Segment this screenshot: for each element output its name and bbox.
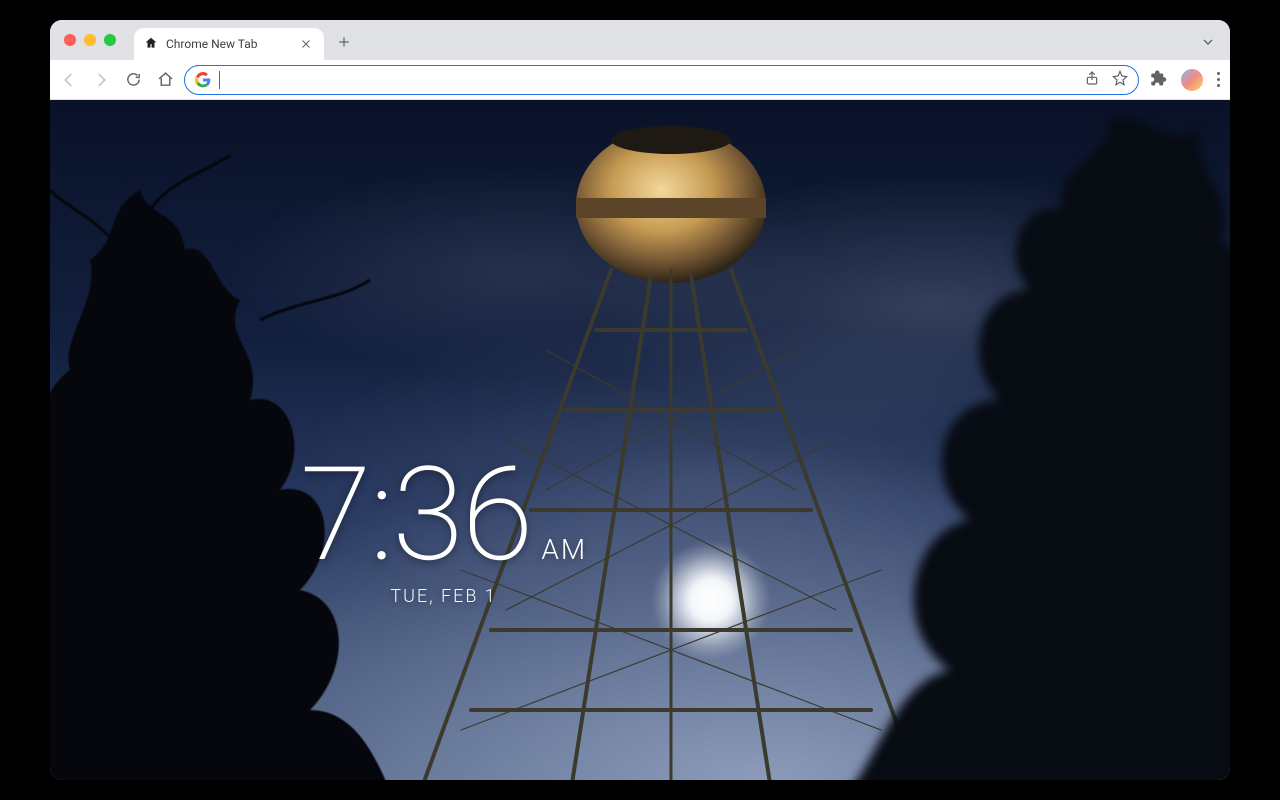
toolbar-right (1149, 69, 1220, 91)
tabs-dropdown-button[interactable] (1200, 34, 1216, 54)
share-icon[interactable] (1084, 70, 1100, 90)
reload-button[interactable] (124, 71, 142, 89)
home-icon (144, 36, 158, 53)
google-icon (195, 72, 211, 88)
tab-title: Chrome New Tab (166, 37, 290, 51)
tabs: Chrome New Tab (134, 20, 364, 60)
chrome-menu-button[interactable] (1217, 72, 1220, 87)
omnibox-actions (1084, 70, 1128, 90)
tab-close-button[interactable] (298, 36, 314, 52)
clock-time: 7:36 (300, 450, 531, 580)
window-minimize-button[interactable] (84, 34, 96, 46)
clock-ampm: AM (541, 533, 587, 566)
tree-right (850, 100, 1230, 780)
profile-avatar[interactable] (1181, 69, 1203, 91)
window-controls (64, 34, 116, 46)
tab-active[interactable]: Chrome New Tab (134, 28, 324, 60)
nav-buttons (60, 71, 174, 89)
window-fullscreen-button[interactable] (104, 34, 116, 46)
window-close-button[interactable] (64, 34, 76, 46)
clock-widget: 7:36 AM TUE, FEB 1 (300, 450, 587, 607)
tab-strip: Chrome New Tab (50, 20, 1230, 60)
clock-date: TUE, FEB 1 (300, 586, 587, 607)
omnibox[interactable] (184, 65, 1139, 95)
forward-button[interactable] (92, 71, 110, 89)
new-tab-button[interactable] (330, 28, 358, 56)
browser-window: Chrome New Tab (50, 20, 1230, 780)
toolbar (50, 60, 1230, 100)
home-button[interactable] (156, 71, 174, 89)
text-cursor (219, 71, 220, 89)
new-tab-content: 7:36 AM TUE, FEB 1 (50, 100, 1230, 780)
back-button[interactable] (60, 71, 78, 89)
extensions-icon[interactable] (1149, 69, 1167, 91)
bookmark-icon[interactable] (1112, 70, 1128, 90)
